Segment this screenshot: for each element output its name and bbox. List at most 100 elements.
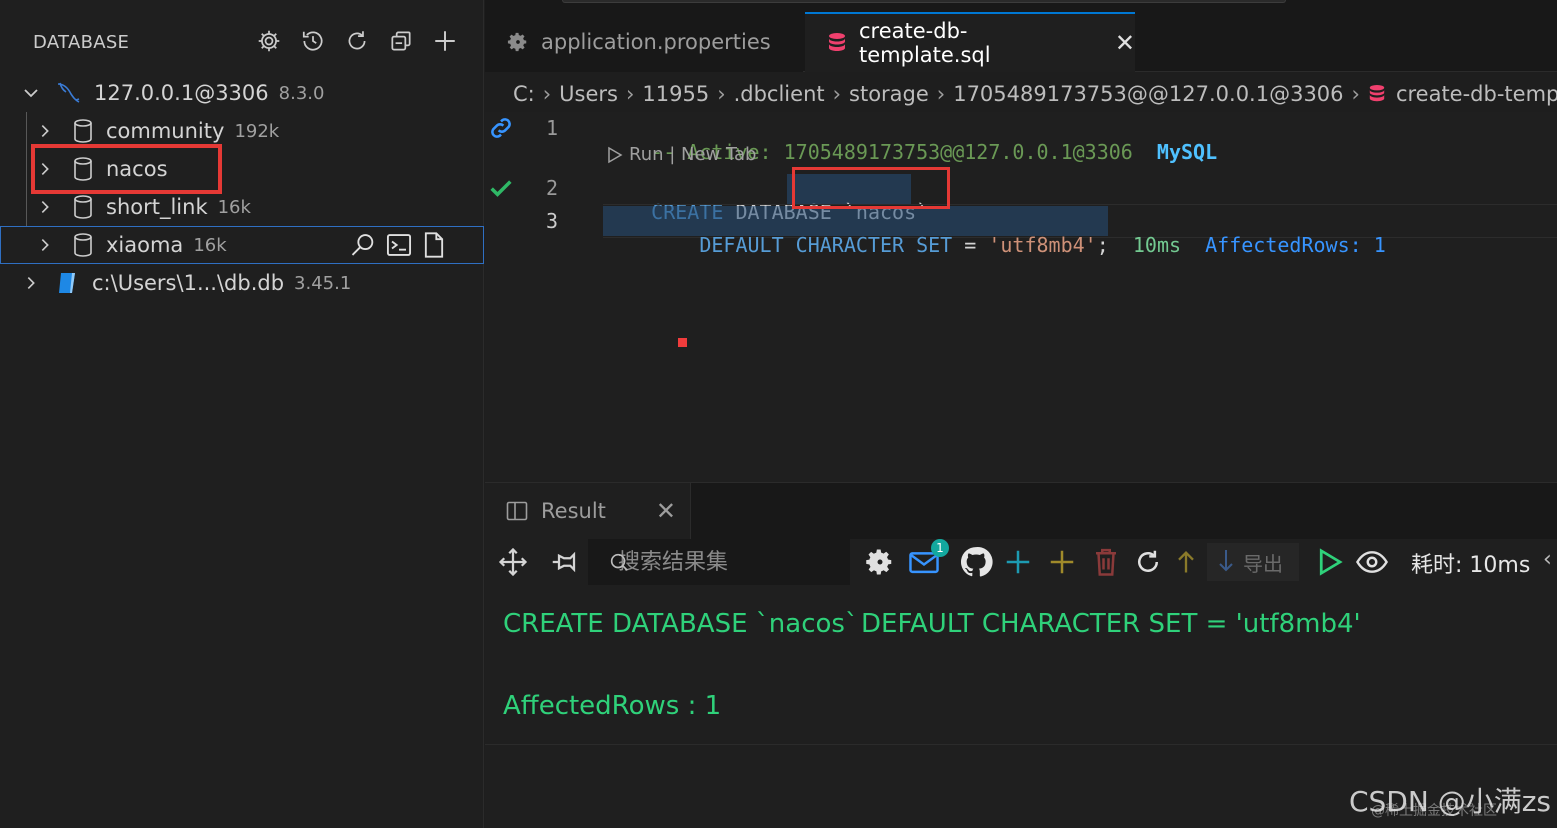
elapsed-time: 耗时: 10ms — [1411, 553, 1531, 578]
chevron-down-icon[interactable] — [20, 82, 42, 104]
result-toolbar: 1 导出 耗时: 10ms — [485, 539, 1557, 585]
export-label: 导出 — [1243, 551, 1283, 576]
row-actions — [349, 231, 447, 259]
breadcrumb-item[interactable]: storage — [849, 82, 929, 106]
database-size: 16k — [217, 196, 251, 218]
inlay-elapsed: 10ms — [1132, 233, 1182, 257]
refresh-icon[interactable] — [342, 26, 372, 56]
chevron-right-icon: › — [625, 82, 635, 106]
database-size: 192k — [234, 120, 280, 142]
breadcrumb-item[interactable]: Users — [559, 82, 618, 106]
connection-name: 127.0.0.1@3306 — [94, 81, 269, 105]
string-literal: 'utf8mb4' — [988, 233, 1097, 257]
trash-icon[interactable] — [1089, 545, 1123, 579]
add-row-icon[interactable] — [1001, 545, 1035, 579]
chevron-left-icon[interactable]: ‹ — [1543, 547, 1552, 572]
sqlite-version: 3.45.1 — [294, 272, 352, 294]
tab-result[interactable]: Result ✕ — [485, 483, 691, 539]
history-icon[interactable] — [298, 26, 328, 56]
arrow-up-icon[interactable] — [1169, 545, 1203, 579]
mail-icon[interactable]: 1 — [907, 539, 949, 579]
github-icon[interactable] — [959, 545, 993, 579]
database-icon — [72, 232, 94, 258]
keyword: DEFAULT CHARACTER SET — [699, 233, 953, 257]
database-icon — [72, 194, 94, 220]
connection-node[interactable]: 127.0.0.1@3306 8.3.0 — [0, 74, 484, 112]
database-icon — [1368, 83, 1386, 105]
database-item-xiaoma[interactable]: xiaoma 16k — [0, 226, 484, 264]
database-sidebar: DATABASE 127.0.0.1@3306 8.3.0 community … — [0, 0, 484, 828]
sql-editor[interactable]: 1 2 3 -- Active: 1705489173753@@127.0.0.… — [485, 112, 1557, 482]
chevron-right-icon[interactable] — [34, 120, 56, 142]
tab-application-properties[interactable]: application.properties — [485, 12, 803, 72]
sidebar-actions — [254, 26, 460, 56]
result-panel: Result ✕ 1 — [485, 482, 1557, 828]
close-icon[interactable]: ✕ — [1115, 29, 1135, 57]
tab-label: Result — [541, 499, 606, 523]
chevron-right-icon: › — [1351, 82, 1360, 106]
refresh-icon[interactable] — [1131, 545, 1165, 579]
panel-tabs-bg — [691, 483, 1557, 539]
breadcrumb-item[interactable]: 1705489173753@@127.0.0.1@3306 — [953, 82, 1343, 106]
connection-version: 8.3.0 — [278, 82, 325, 104]
codelens[interactable]: Run | New Tab — [607, 144, 756, 165]
codelens-text[interactable]: Run | New Tab — [629, 144, 756, 165]
search-icon[interactable] — [349, 231, 377, 259]
breadcrumb: C: › Users › 11955 › .dbclient › storage › 17… — [513, 78, 1557, 110]
breadcrumb-item[interactable]: 11955 — [642, 82, 709, 106]
add-icon[interactable] — [430, 26, 460, 56]
close-icon[interactable]: ✕ — [656, 497, 676, 525]
line-number: 2 — [545, 176, 559, 200]
result-sql-part1: CREATE DATABASE `nacos` — [503, 609, 858, 639]
tab-label: create-db-template.sql — [859, 19, 991, 67]
play-icon[interactable] — [1313, 545, 1347, 579]
check-icon — [487, 174, 515, 202]
new-file-icon[interactable] — [421, 231, 447, 259]
panel-icon — [505, 499, 529, 523]
gear-icon[interactable] — [863, 545, 897, 579]
chevron-right-icon: › — [936, 82, 946, 106]
mysql-dolphin-icon — [54, 78, 84, 108]
database-name: short_link — [106, 195, 208, 219]
tab-create-db-template[interactable]: create-db-template.sql ✕ — [805, 12, 1135, 72]
highlight-box-nacos — [31, 144, 222, 194]
result-body: CREATE DATABASE `nacos` DEFAULT CHARACTE… — [485, 585, 1557, 745]
play-icon — [607, 146, 623, 164]
search-input[interactable] — [618, 549, 818, 575]
sidebar-title: DATABASE — [33, 32, 130, 53]
collapse-all-icon[interactable] — [386, 26, 416, 56]
db-type-label: MySQL — [1156, 140, 1218, 164]
sqlite-connection-node[interactable]: c:\Users\1...\db.db 3.45.1 — [0, 264, 484, 302]
code-line-3: DEFAULT CHARACTER SET = 'utf8mb4'; 10ms … — [699, 233, 1386, 257]
export-button[interactable]: 导出 — [1207, 543, 1299, 581]
result-sql-part2: DEFAULT CHARACTER SET = 'utf8mb4' — [861, 609, 1361, 639]
chevron-right-icon[interactable] — [34, 234, 56, 256]
terminal-icon[interactable] — [385, 231, 413, 259]
sqlite-icon — [56, 271, 80, 295]
database-name: community — [106, 119, 225, 143]
result-affected-rows: AffectedRows : 1 — [503, 691, 722, 721]
database-size: 16k — [193, 234, 227, 256]
chevron-right-icon[interactable] — [20, 272, 42, 294]
move-icon[interactable] — [496, 545, 530, 579]
arrow-down-icon — [1217, 548, 1235, 577]
eye-icon[interactable] — [1355, 545, 1389, 579]
add-icon[interactable] — [1045, 545, 1079, 579]
breadcrumb-item[interactable]: C: — [513, 82, 535, 106]
search-icon — [602, 545, 636, 579]
highlight-box-nacos-sql — [792, 167, 950, 209]
link-icon[interactable] — [487, 114, 515, 142]
chevron-right-icon[interactable] — [34, 196, 56, 218]
sqlite-name: c:\Users\1...\db.db — [92, 271, 285, 295]
result-search[interactable] — [588, 539, 850, 585]
chevron-right-icon: › — [832, 82, 842, 106]
notification-badge: 1 — [931, 539, 949, 557]
breadcrumb-item[interactable]: .dbclient — [734, 82, 825, 106]
chevron-right-icon: › — [542, 82, 552, 106]
settings-icon[interactable] — [254, 26, 284, 56]
database-icon — [827, 32, 847, 54]
pin-icon[interactable] — [547, 545, 581, 579]
line-number: 3 — [545, 209, 559, 233]
command-center[interactable] — [562, 0, 1286, 3]
breadcrumb-item[interactable]: create-db-template — [1396, 82, 1557, 106]
